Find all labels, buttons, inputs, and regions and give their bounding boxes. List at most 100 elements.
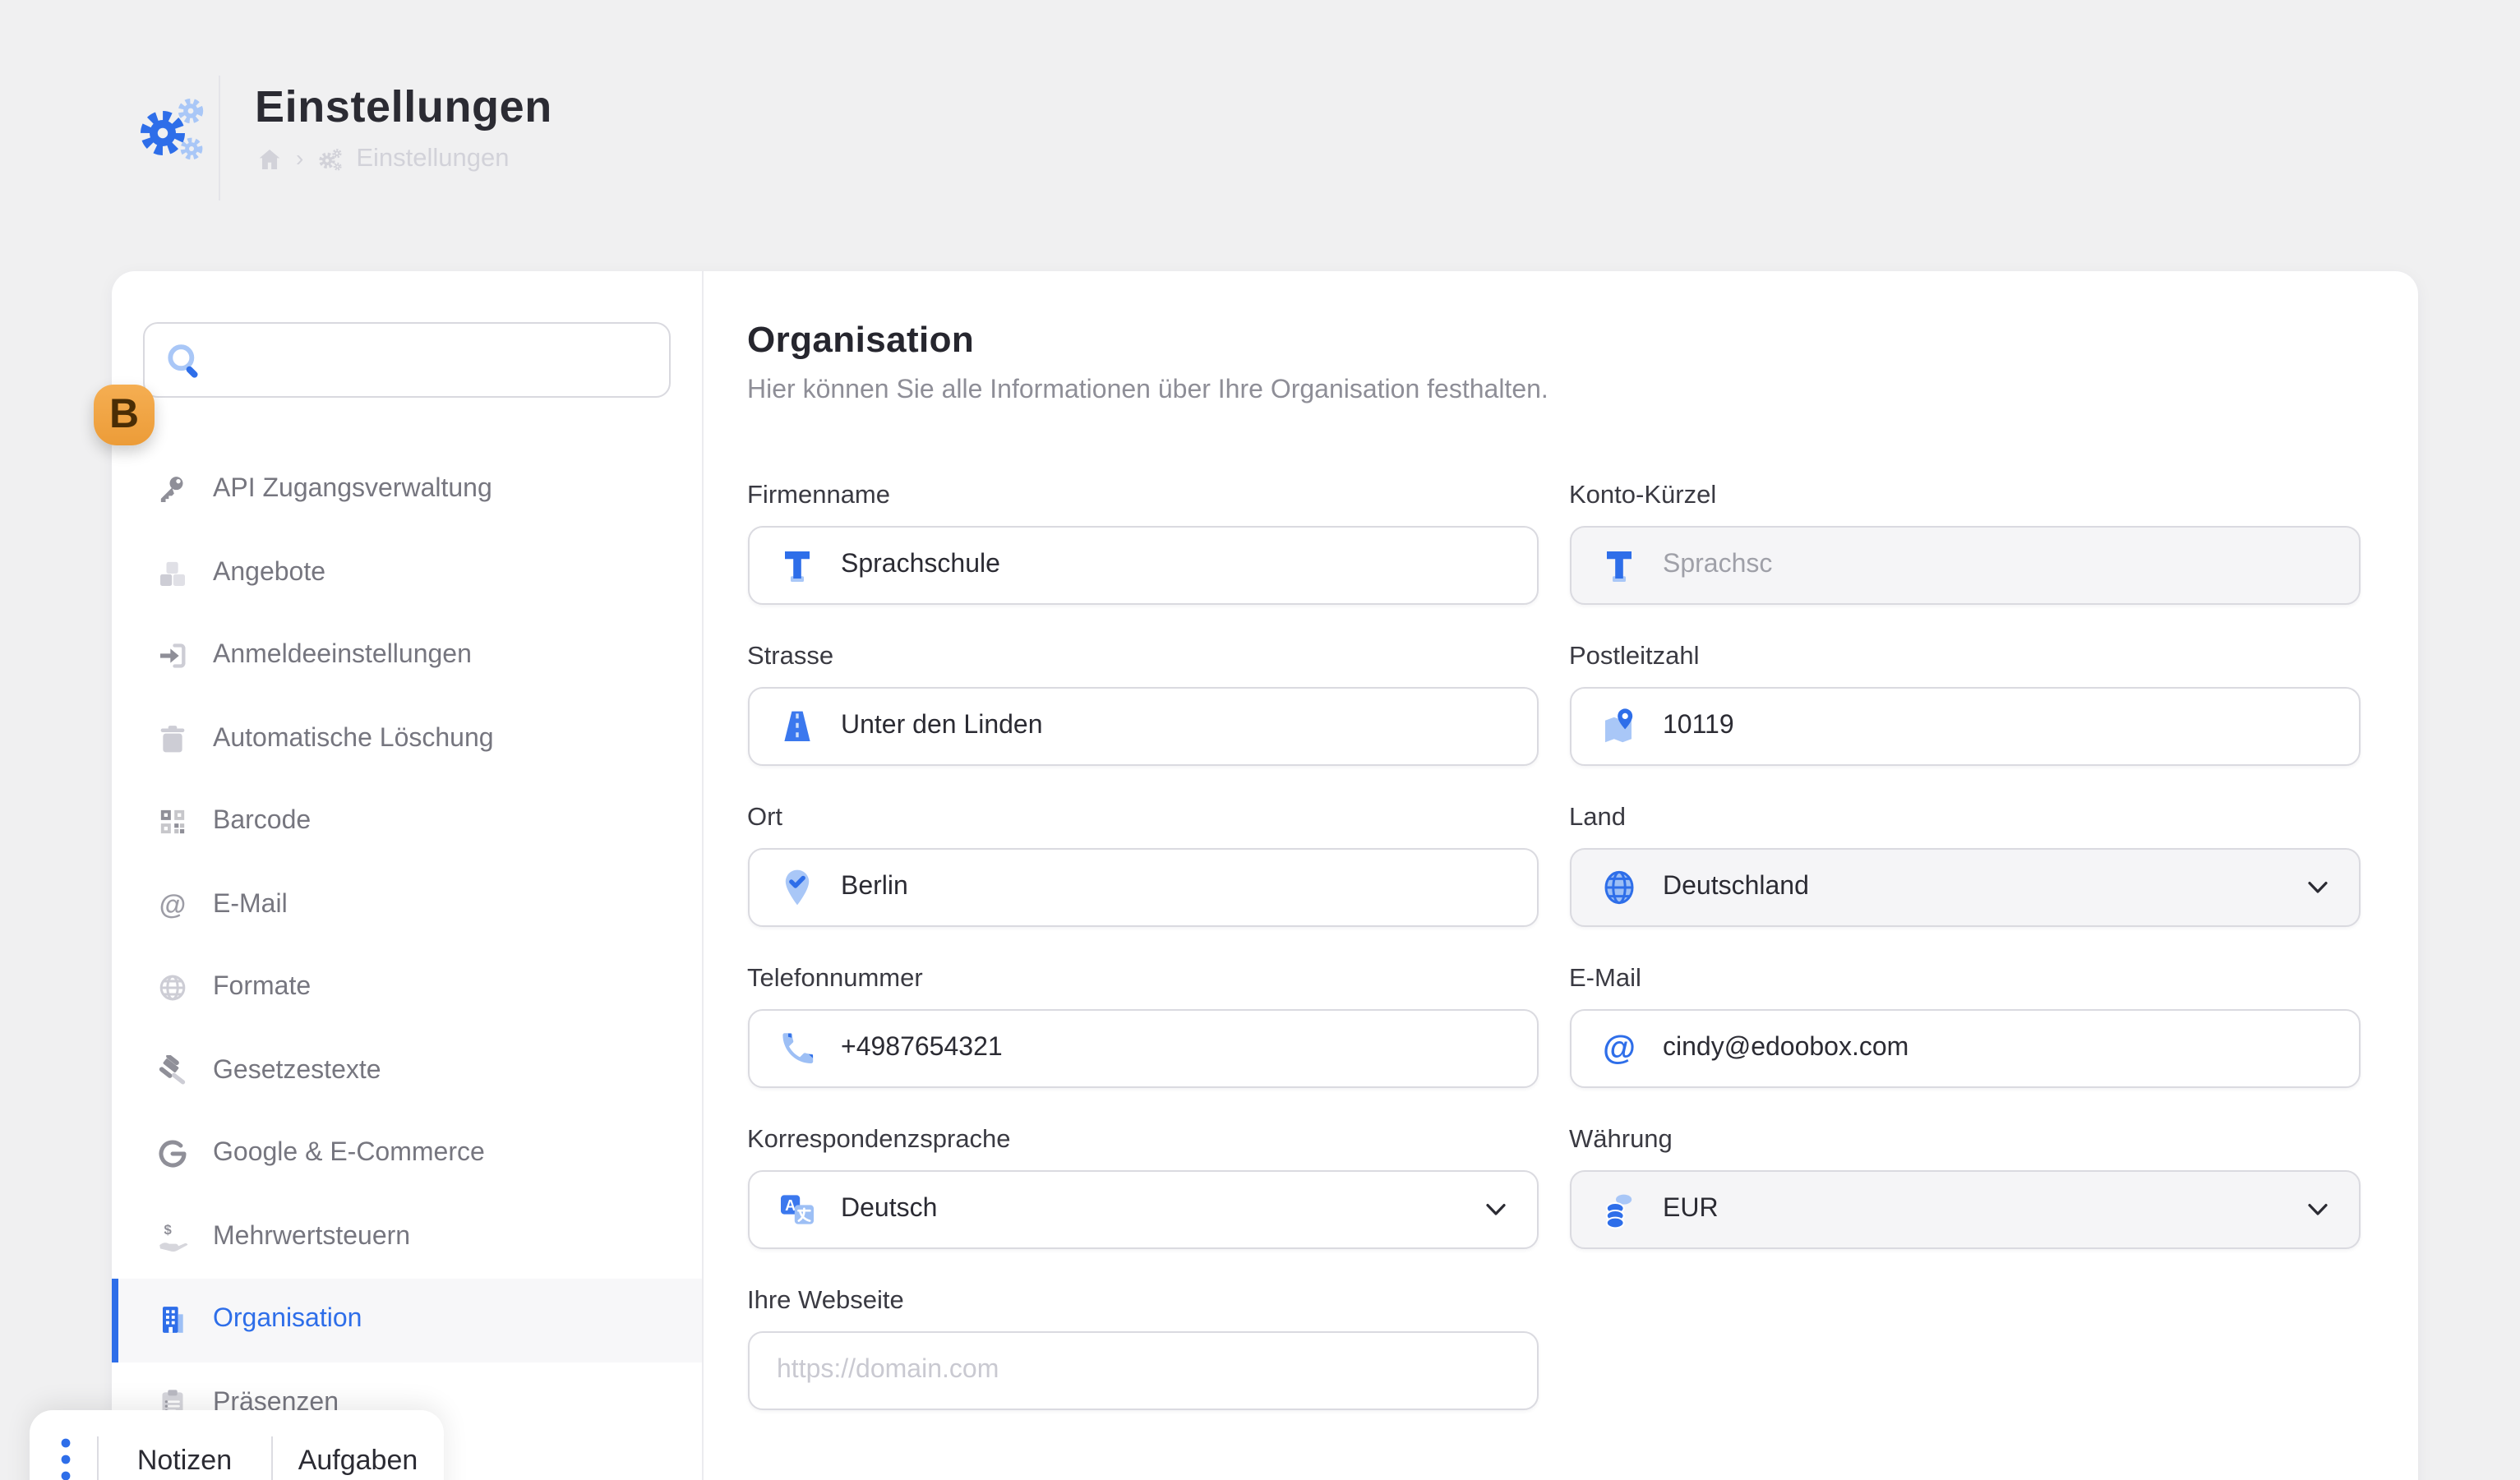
field-label: Firmenname <box>747 482 1538 511</box>
sidebar-item-api-zugangsverwaltung[interactable]: API Zugangsverwaltung <box>111 449 701 532</box>
sidebar-item-label: Angebote <box>213 559 325 588</box>
map-pin-icon <box>1599 707 1638 746</box>
svg-text:@: @ <box>159 890 186 920</box>
field-label: Währung <box>1569 1126 2360 1155</box>
globe-gray-icon <box>155 972 188 1005</box>
selected-value: EUR <box>1663 1195 1719 1224</box>
organisation-form: Firmenname Konto-Kürzel Strasse Postleitzah… <box>747 482 2360 1410</box>
sign-in-icon <box>155 640 188 673</box>
tab-notizen[interactable]: Notizen <box>99 1445 270 1478</box>
road-icon <box>777 707 816 746</box>
ort-input-box[interactable] <box>747 848 1538 927</box>
sidebar-item-gesetzestexte[interactable]: Gesetzestexte <box>111 1030 701 1113</box>
sidebar-item-label: Google & E-Commerce <box>213 1140 485 1169</box>
sidebar-item-label: Barcode <box>213 808 311 837</box>
chevron-down-icon <box>2304 1196 2330 1223</box>
konto-kuerzel-input[interactable] <box>1663 551 2330 580</box>
sidebar-item-label: Mehrwertsteuern <box>213 1223 410 1252</box>
webseite-input-box[interactable] <box>747 1331 1538 1410</box>
sidebar-item-barcode[interactable]: Barcode <box>111 781 701 864</box>
kebab-menu-icon[interactable] <box>51 1436 79 1480</box>
field-label: E-Mail <box>1569 965 2360 994</box>
svg-text:$: $ <box>164 1221 172 1237</box>
sidebar-search <box>143 322 671 398</box>
chevron-down-icon <box>1482 1196 1508 1223</box>
field-korrespondenzsprache: Korrespondenzsprache A Deutsch <box>747 1126 1538 1249</box>
sidebar-item-label: API Zugangsverwaltung <box>213 476 492 505</box>
postleitzahl-input[interactable] <box>1663 712 2330 741</box>
field-konto-kuerzel: Konto-Kürzel <box>1569 482 2360 605</box>
webseite-input[interactable] <box>777 1356 1508 1385</box>
strasse-input[interactable] <box>841 712 1508 741</box>
korrespondenzsprache-select[interactable]: A Deutsch <box>747 1170 1538 1249</box>
breadcrumb: › Einstellungen <box>256 145 510 174</box>
firmenname-input-box[interactable] <box>747 526 1538 605</box>
settings-gears-icon <box>136 92 212 168</box>
settings-card: API Zugangsverwaltung Angebote Anmeldeeins… <box>111 271 2417 1480</box>
pin-check-icon <box>777 868 816 907</box>
field-label: Postleitzahl <box>1569 643 2360 672</box>
at-blue-icon: @ <box>1599 1029 1638 1068</box>
telefonnummer-input-box[interactable] <box>747 1009 1538 1088</box>
at-gray-icon: @ <box>155 889 188 922</box>
land-select[interactable]: Deutschland <box>1569 848 2360 927</box>
notes-tasks-bar: Notizen Aufgaben <box>30 1410 444 1480</box>
field-label: Telefonnummer <box>747 965 1538 994</box>
sidebar-item-mehrwertsteuern[interactable]: $ Mehrwertsteuern <box>111 1196 701 1279</box>
field-strasse: Strasse <box>747 643 1538 766</box>
sidebar-item-label: Automatische Löschung <box>213 725 494 754</box>
section-subtitle: Hier können Sie alle Informationen über … <box>747 376 2360 406</box>
sidebar-item-e-mail[interactable]: @E-Mail <box>111 864 701 947</box>
coins-icon <box>1599 1190 1638 1229</box>
header-divider <box>219 76 220 201</box>
waehrung-select[interactable]: EUR <box>1569 1170 2360 1249</box>
telefonnummer-input[interactable] <box>841 1034 1508 1063</box>
settings-crumb-icon <box>316 146 343 173</box>
search-input[interactable] <box>145 324 669 396</box>
section-title: Organisation <box>747 319 2360 362</box>
email-input[interactable] <box>1663 1034 2330 1063</box>
sidebar-item-label: Formate <box>213 974 311 1003</box>
email-input-box[interactable]: @ <box>1569 1009 2360 1088</box>
sidebar-item-label: Organisation <box>213 1306 362 1335</box>
field-firmenname: Firmenname <box>747 482 1538 605</box>
postleitzahl-input-box[interactable] <box>1569 687 2360 766</box>
sidebar-item-angebote[interactable]: Angebote <box>111 532 701 615</box>
field-telefonnummer: Telefonnummer <box>747 965 1538 1088</box>
field-label: Korrespondenzsprache <box>747 1126 1538 1155</box>
translate-icon: A <box>777 1190 816 1229</box>
field-ort: Ort <box>747 804 1538 927</box>
qr-icon <box>155 806 188 839</box>
konto-kuerzel-input-box[interactable] <box>1569 526 2360 605</box>
strasse-input-box[interactable] <box>747 687 1538 766</box>
sidebar-item-google-e-commerce[interactable]: Google & E-Commerce <box>111 1113 701 1196</box>
trash-icon <box>155 723 188 756</box>
svg-text:A: A <box>784 1197 795 1214</box>
sidebar-item-anmeldeeinstellungen[interactable]: Anmeldeeinstellungen <box>111 615 701 698</box>
field-webseite: Ihre Webseite <box>747 1287 1538 1410</box>
home-icon[interactable] <box>256 146 283 173</box>
tab-aufgaben[interactable]: Aufgaben <box>272 1445 444 1478</box>
sidebar-item-automatische-loeschung[interactable]: Automatische Löschung <box>111 698 701 781</box>
selected-value: Deutsch <box>841 1195 937 1224</box>
firmenname-input[interactable] <box>841 551 1508 580</box>
hand-dollar-icon: $ <box>155 1221 188 1254</box>
cubes-icon <box>155 557 188 590</box>
organisation-section: Organisation Hier können Sie alle Inform… <box>703 271 2417 1480</box>
sidebar-item-formate[interactable]: Formate <box>111 947 701 1030</box>
settings-page: Einstellungen › Einstellungen B <box>0 0 2520 1480</box>
ort-input[interactable] <box>841 873 1508 902</box>
gavel-icon <box>155 1055 188 1088</box>
sidebar-item-label: Gesetzestexte <box>213 1057 381 1086</box>
sidebar-item-organisation[interactable]: Organisation <box>111 1279 701 1362</box>
breadcrumb-current: Einstellungen <box>356 145 509 174</box>
version-badge[interactable]: B <box>94 385 155 445</box>
search-icon <box>163 340 205 383</box>
phone-icon <box>777 1029 816 1068</box>
svg-text:@: @ <box>1602 1029 1635 1066</box>
field-label: Konto-Kürzel <box>1569 482 2360 511</box>
page-title: Einstellungen <box>255 82 552 133</box>
field-label: Ort <box>747 804 1538 833</box>
breadcrumb-separator-icon: › <box>296 145 303 171</box>
field-land: LandDeutschland <box>1569 804 2360 927</box>
